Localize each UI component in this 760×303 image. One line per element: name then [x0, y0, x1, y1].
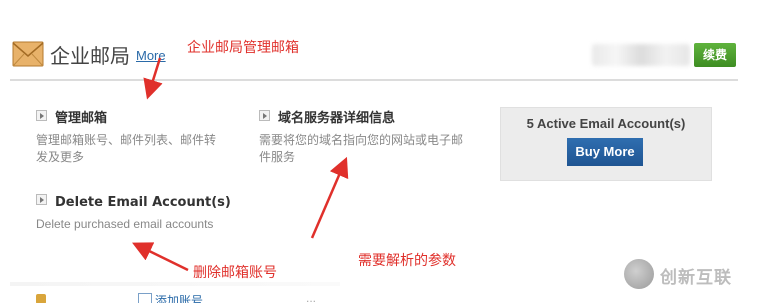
section-fade: [10, 282, 340, 286]
watermark-logo-icon: [624, 259, 654, 289]
watermark-text: 创新互联: [660, 268, 732, 288]
annotation-manage-mailboxes: 企业邮局管理邮箱: [187, 40, 299, 56]
account-summary-panel: 5 Active Email Account(s) Buy More: [500, 107, 712, 181]
document-icon: [138, 293, 152, 303]
page-header: 企业邮局 More 续费: [0, 0, 760, 81]
feature-title[interactable]: 管理邮箱: [36, 107, 226, 126]
more-link[interactable]: More: [136, 48, 166, 63]
feature-manage-mailboxes[interactable]: 管理邮箱 管理邮箱账号、邮件列表、邮件转发及更多: [36, 107, 226, 166]
feature-dns-details[interactable]: 域名服务器详细信息 需要将您的域名指向您的网站或电子邮件服务: [259, 107, 469, 166]
header-divider: [10, 79, 738, 81]
renew-button[interactable]: 续费: [694, 43, 736, 67]
feature-description: Delete purchased email accounts: [36, 217, 214, 231]
blurred-account-info: [592, 44, 690, 66]
feature-delete-accounts[interactable]: Delete Email Account(s) Delete purchased…: [36, 194, 231, 233]
feature-title[interactable]: 域名服务器详细信息: [259, 107, 469, 126]
watermark: 创新互联: [616, 257, 760, 297]
expand-arrow-icon: [259, 110, 270, 121]
folder-icon: [36, 294, 46, 303]
more-dots: ...: [306, 291, 317, 303]
buy-more-button[interactable]: Buy More: [567, 138, 643, 166]
expand-arrow-icon: [36, 194, 47, 205]
feature-description: 需要将您的域名指向您的网站或电子邮件服务: [259, 133, 464, 164]
add-account-link[interactable]: 添加账号: [155, 292, 203, 303]
envelope-icon: [12, 41, 44, 67]
active-account-count: 5 Active Email Account(s): [526, 116, 686, 131]
feature-description: 管理邮箱账号、邮件列表、邮件转发及更多: [36, 133, 217, 164]
feature-title[interactable]: Delete Email Account(s): [36, 194, 231, 210]
page-title: 企业邮局: [50, 44, 130, 68]
annotation-delete-accounts: 删除邮箱账号: [193, 265, 277, 281]
expand-arrow-icon: [36, 110, 47, 121]
annotation-dns-params: 需要解析的参数: [358, 253, 456, 269]
